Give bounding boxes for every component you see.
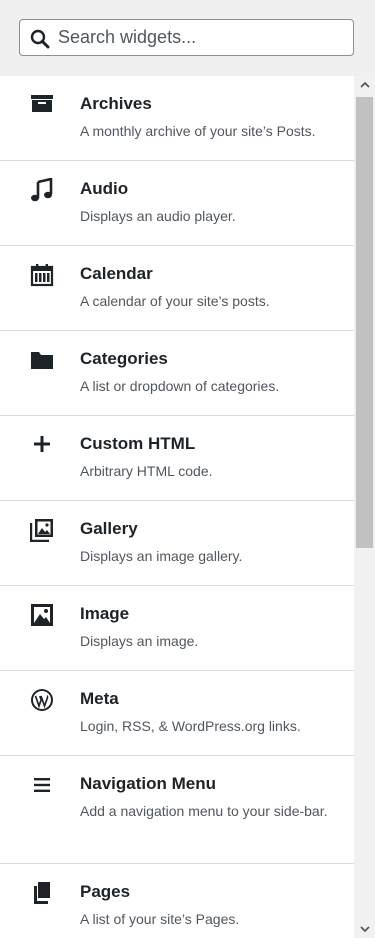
widget-title: Calendar [80,264,153,283]
search-box[interactable] [19,19,354,56]
widget-item-archives[interactable]: Archives A monthly archive of your site’… [0,76,354,161]
widget-description: A monthly archive of your site’s Posts. [80,123,316,139]
widget-item-categories[interactable]: Categories A list or dropdown of categor… [0,331,354,416]
scrollbar-thumb[interactable] [356,97,373,548]
search-bar [0,0,375,76]
widget-description: Displays an audio player. [80,208,236,224]
widget-description: Displays an image gallery. [80,548,243,564]
widget-title: Custom HTML [80,434,196,453]
widget-description: Arbitrary HTML code. [80,463,213,479]
widget-description: A list or dropdown of categories. [80,378,280,394]
widget-item-meta[interactable]: Meta Login, RSS, & WordPress.org links. [0,671,354,756]
image-icon [31,604,53,626]
menu-icon [34,778,50,792]
widget-item-navigation-menu[interactable]: Navigation Menu Add a navigation menu to… [0,756,354,864]
calendar-icon [30,264,54,287]
widget-item-pages[interactable]: Pages A list of your site’s Pages. [0,864,354,938]
scrollbar[interactable] [354,76,375,938]
widget-title: Categories [80,349,168,368]
widget-item-gallery[interactable]: Gallery Displays an image gallery. [0,501,354,586]
folder-icon [31,352,53,369]
widget-list: Archives A monthly archive of your site’… [0,76,354,938]
widget-description: Add a navigation menu to your side-bar. [80,803,328,819]
plus-icon [34,436,50,452]
widget-title: Gallery [80,519,138,538]
wordpress-icon [31,689,53,711]
widget-title: Navigation Menu [80,774,217,793]
widget-title: Meta [80,689,119,708]
widget-title: Image [80,604,130,623]
widget-item-custom-html[interactable]: Custom HTML Arbitrary HTML code. [0,416,354,501]
widget-title: Pages [80,882,131,901]
widget-title: Archives [80,94,152,113]
search-icon [30,29,50,49]
search-input[interactable] [58,27,338,48]
widget-list-container: Archives A monthly archive of your site’… [0,76,375,938]
pages-icon [34,882,50,904]
scroll-up-arrow-icon[interactable] [354,76,375,93]
music-note-icon [31,178,53,202]
widget-item-audio[interactable]: Audio Displays an audio player. [0,161,354,246]
gallery-icon [30,519,53,542]
scroll-down-arrow-icon[interactable] [354,921,375,938]
widget-description: A list of your site’s Pages. [80,911,240,927]
widget-title: Audio [80,179,129,198]
widget-description: Displays an image. [80,633,199,649]
archive-icon [31,95,53,112]
widget-description: Login, RSS, & WordPress.org links. [80,718,301,734]
widget-description: A calendar of your site’s posts. [80,293,270,309]
widget-item-image[interactable]: Image Displays an image. [0,586,354,671]
widget-item-calendar[interactable]: Calendar A calendar of your site’s posts… [0,246,354,331]
